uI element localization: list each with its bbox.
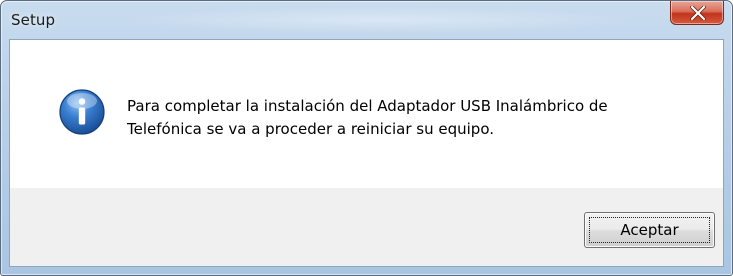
info-icon [59, 89, 105, 135]
message-line: Telefónica se va a proceder a reiniciar … [127, 120, 495, 138]
message-area: Para completar la instalación del Adapta… [10, 40, 723, 188]
close-icon [690, 6, 706, 20]
accept-button[interactable]: Aceptar [584, 212, 715, 248]
dialog-client-area: Para completar la instalación del Adapta… [9, 39, 724, 267]
message-line: Para completar la instalación del Adapta… [127, 97, 608, 115]
setup-dialog-window: Setup Para completar la instalación del … [0, 0, 733, 276]
dialog-message: Para completar la instalación del Adapta… [127, 95, 707, 141]
accept-button-label: Aceptar [620, 221, 679, 239]
window-title: Setup [11, 11, 56, 29]
close-button[interactable] [670, 1, 724, 25]
title-bar[interactable]: Setup [1, 1, 732, 39]
